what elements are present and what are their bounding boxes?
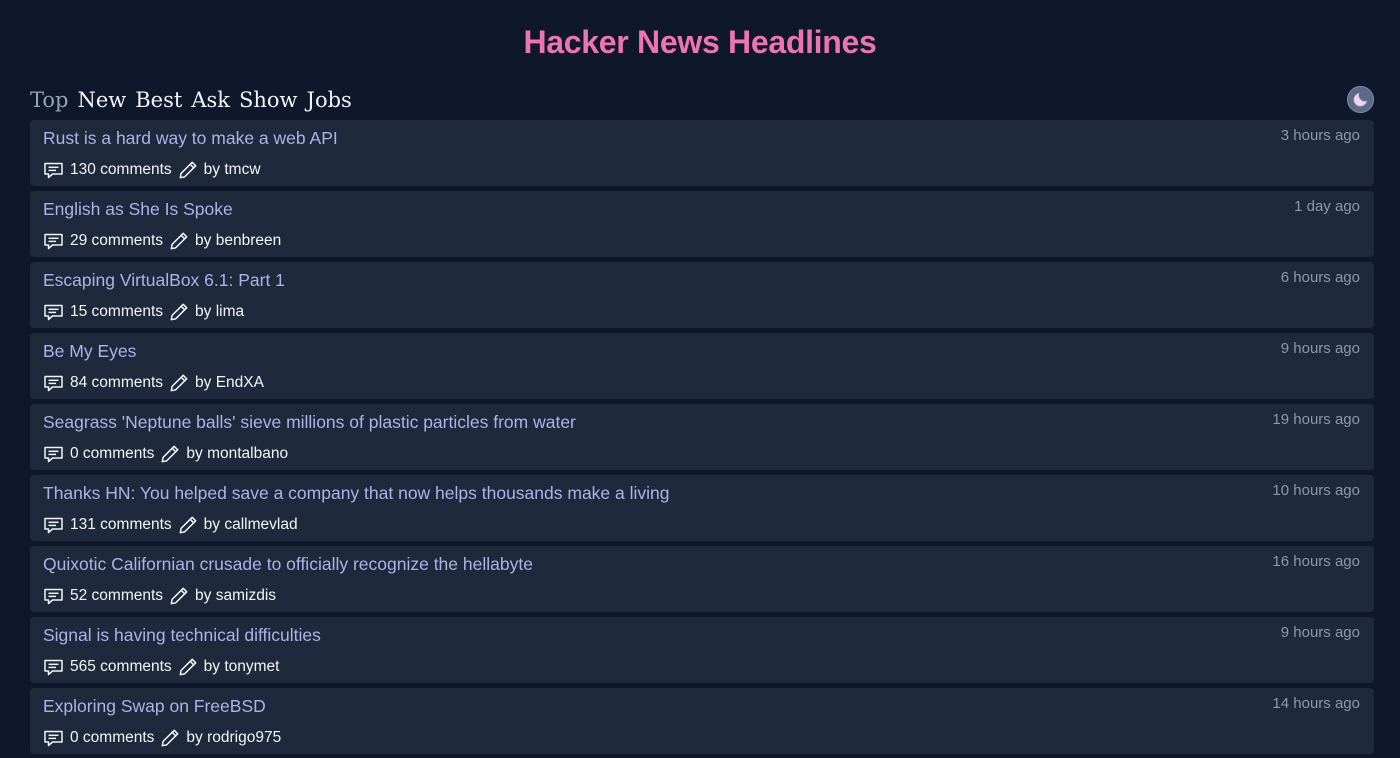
story-time: 14 hours ago <box>1272 695 1360 712</box>
story-author[interactable]: by tonymet <box>204 657 280 677</box>
story-title-link[interactable]: Signal is having technical difficulties <box>43 624 321 646</box>
story-card: Signal is having technical difficulties … <box>30 617 1374 683</box>
story-comments-link[interactable]: 0 comments <box>70 444 154 464</box>
story-author[interactable]: by montalbano <box>186 444 288 464</box>
story-card: Exploring Swap on FreeBSD 14 hours ago 0… <box>30 688 1374 754</box>
story-author[interactable]: by tmcw <box>204 160 261 180</box>
story-card: Quixotic Californian crusade to official… <box>30 546 1374 612</box>
story-time: 16 hours ago <box>1272 553 1360 570</box>
story-meta: 130 comments by tmcw <box>43 160 261 180</box>
pencil-icon <box>169 586 189 606</box>
story-comments-link[interactable]: 0 comments <box>70 728 154 748</box>
tab-best[interactable]: Best <box>135 86 182 114</box>
pencil-icon <box>160 444 180 464</box>
story-title-link[interactable]: Rust is a hard way to make a web API <box>43 127 338 149</box>
theme-toggle-button[interactable] <box>1347 86 1374 113</box>
comment-icon <box>43 161 64 180</box>
pencil-icon <box>169 231 189 251</box>
pencil-icon <box>169 373 189 393</box>
story-author[interactable]: by lima <box>195 302 244 322</box>
comment-icon <box>43 516 64 535</box>
pencil-icon <box>178 515 198 535</box>
story-card: Rust is a hard way to make a web API 3 h… <box>30 120 1374 186</box>
story-meta: 15 comments by lima <box>43 302 244 322</box>
story-card: Escaping VirtualBox 6.1: Part 1 6 hours … <box>30 262 1374 328</box>
comment-icon <box>43 587 64 606</box>
story-meta: 29 comments by benbreen <box>43 231 281 251</box>
story-time: 10 hours ago <box>1272 482 1360 499</box>
story-card: Seagrass 'Neptune balls' sieve millions … <box>30 404 1374 470</box>
story-card: Thanks HN: You helped save a company tha… <box>30 475 1374 541</box>
story-time: 1 day ago <box>1294 198 1360 215</box>
story-comments-link[interactable]: 565 comments <box>70 657 172 677</box>
story-time: 9 hours ago <box>1280 340 1360 357</box>
story-card: English as She Is Spoke 1 day ago 29 com… <box>30 191 1374 257</box>
story-list: Rust is a hard way to make a web API 3 h… <box>30 120 1374 758</box>
tab-jobs[interactable]: Jobs <box>307 86 352 114</box>
story-author[interactable]: by samizdis <box>195 586 276 606</box>
story-comments-link[interactable]: 131 comments <box>70 515 172 535</box>
story-title-link[interactable]: Be My Eyes <box>43 340 136 362</box>
story-title-link[interactable]: Exploring Swap on FreeBSD <box>43 695 266 717</box>
story-title-link[interactable]: English as She Is Spoke <box>43 198 233 220</box>
story-meta: 0 comments by rodrigo975 <box>43 728 281 748</box>
comment-icon <box>43 303 64 322</box>
story-title-link[interactable]: Escaping VirtualBox 6.1: Part 1 <box>43 269 285 291</box>
pencil-icon <box>169 302 189 322</box>
feed-tabs: Top New Best Ask Show Jobs <box>30 86 352 114</box>
story-comments-link[interactable]: 52 comments <box>70 586 163 606</box>
story-time: 3 hours ago <box>1280 127 1360 144</box>
story-author[interactable]: by callmevlad <box>204 515 298 535</box>
story-comments-link[interactable]: 15 comments <box>70 302 163 322</box>
story-comments-link[interactable]: 130 comments <box>70 160 172 180</box>
comment-icon <box>43 658 64 677</box>
story-title-link[interactable]: Thanks HN: You helped save a company tha… <box>43 482 670 504</box>
story-title-link[interactable]: Seagrass 'Neptune balls' sieve millions … <box>43 411 576 433</box>
story-time: 6 hours ago <box>1280 269 1360 286</box>
page-title: Hacker News Headlines <box>523 24 877 60</box>
comment-icon <box>43 445 64 464</box>
story-meta: 131 comments by callmevlad <box>43 515 298 535</box>
pencil-icon <box>178 657 198 677</box>
page: Hacker News Headlines Top New Best Ask S… <box>0 0 1400 758</box>
story-title-link[interactable]: Quixotic Californian crusade to official… <box>43 553 533 575</box>
story-comments-link[interactable]: 84 comments <box>70 373 163 393</box>
story-meta: 0 comments by montalbano <box>43 444 288 464</box>
comment-icon <box>43 374 64 393</box>
story-meta: 52 comments by samizdis <box>43 586 276 606</box>
tab-ask[interactable]: Ask <box>191 86 230 114</box>
pencil-icon <box>178 160 198 180</box>
moon-icon <box>1353 92 1368 107</box>
story-author[interactable]: by EndXA <box>195 373 264 393</box>
comment-icon <box>43 729 64 748</box>
tab-top[interactable]: Top <box>30 86 68 114</box>
pencil-icon <box>160 728 180 748</box>
story-card: Be My Eyes 9 hours ago 84 comments by En… <box>30 333 1374 399</box>
tab-new[interactable]: New <box>77 86 126 114</box>
story-meta: 84 comments by EndXA <box>43 373 264 393</box>
story-author[interactable]: by benbreen <box>195 231 281 251</box>
tab-show[interactable]: Show <box>239 86 298 114</box>
story-time: 9 hours ago <box>1280 624 1360 641</box>
story-comments-link[interactable]: 29 comments <box>70 231 163 251</box>
story-time: 19 hours ago <box>1272 411 1360 428</box>
story-meta: 565 comments by tonymet <box>43 657 279 677</box>
comment-icon <box>43 232 64 251</box>
story-author[interactable]: by rodrigo975 <box>186 728 281 748</box>
